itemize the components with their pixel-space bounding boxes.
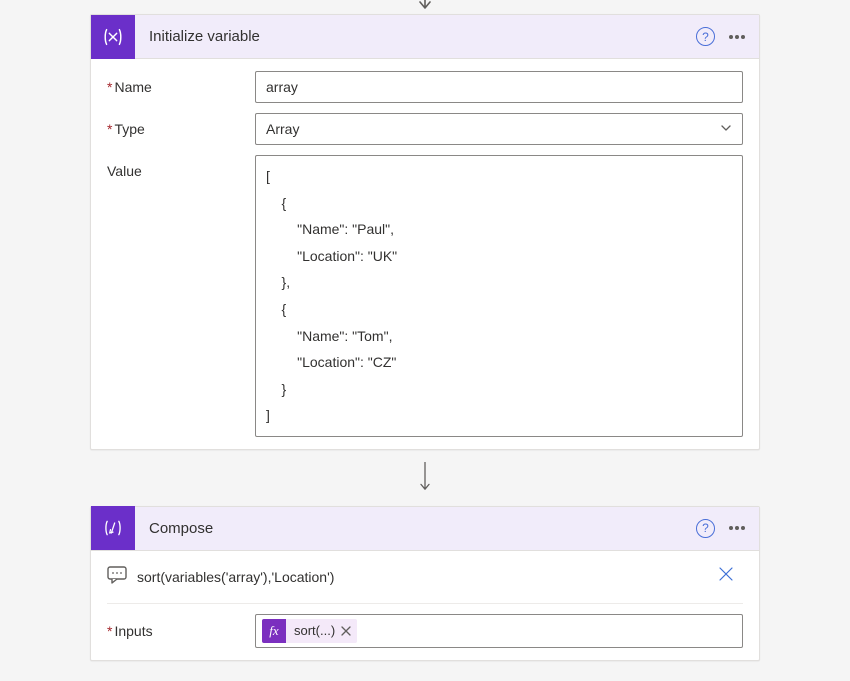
card-body: *Name *Type Array Value [ { "Name": "Pau… (91, 59, 759, 449)
field-row-value: Value [ { "Name": "Paul", "Location": "U… (107, 155, 743, 437)
field-row-inputs: *Inputs fx sort(...) (91, 604, 759, 660)
card-title: Compose (135, 520, 696, 537)
compose-icon (91, 506, 135, 550)
remove-token-button[interactable] (341, 623, 351, 639)
expression-hint-text: sort(variables('array'),'Location') (137, 569, 334, 585)
field-row-type: *Type Array (107, 113, 743, 145)
card-title: Initialize variable (135, 28, 696, 45)
help-icon[interactable]: ? (696, 519, 715, 538)
type-select-value: Array (266, 121, 299, 137)
chevron-down-icon (720, 121, 732, 137)
card-compose: Compose ? sort(variables('array'),'Locat… (90, 506, 760, 661)
flow-arrow-top (417, 0, 433, 14)
value-textarea[interactable]: [ { "Name": "Paul", "Location": "UK" }, … (255, 155, 743, 437)
more-menu-icon[interactable] (729, 35, 745, 39)
card-initialize-variable: Initialize variable ? *Name *Type Array (90, 14, 760, 450)
initialize-variable-icon (91, 15, 135, 59)
expression-token-text: sort(...) (294, 623, 335, 638)
expression-hint-row: sort(variables('array'),'Location') (91, 551, 759, 599)
expression-token[interactable]: fx sort(...) (262, 619, 357, 643)
inputs-field[interactable]: fx sort(...) (255, 614, 743, 648)
field-label-value: Value (107, 155, 255, 179)
field-label-type: *Type (107, 113, 255, 137)
comment-icon (107, 566, 127, 587)
name-input[interactable] (255, 71, 743, 103)
flow-arrow-middle (417, 456, 433, 500)
card-header[interactable]: Initialize variable ? (91, 15, 759, 59)
more-menu-icon[interactable] (729, 526, 745, 530)
field-label-name: *Name (107, 71, 255, 95)
help-icon[interactable]: ? (696, 27, 715, 46)
type-select[interactable]: Array (255, 113, 743, 145)
field-row-name: *Name (107, 71, 743, 103)
field-label-inputs: *Inputs (107, 623, 255, 639)
close-hint-button[interactable] (709, 561, 743, 593)
card-header[interactable]: Compose ? (91, 507, 759, 551)
fx-badge-icon: fx (262, 619, 286, 643)
